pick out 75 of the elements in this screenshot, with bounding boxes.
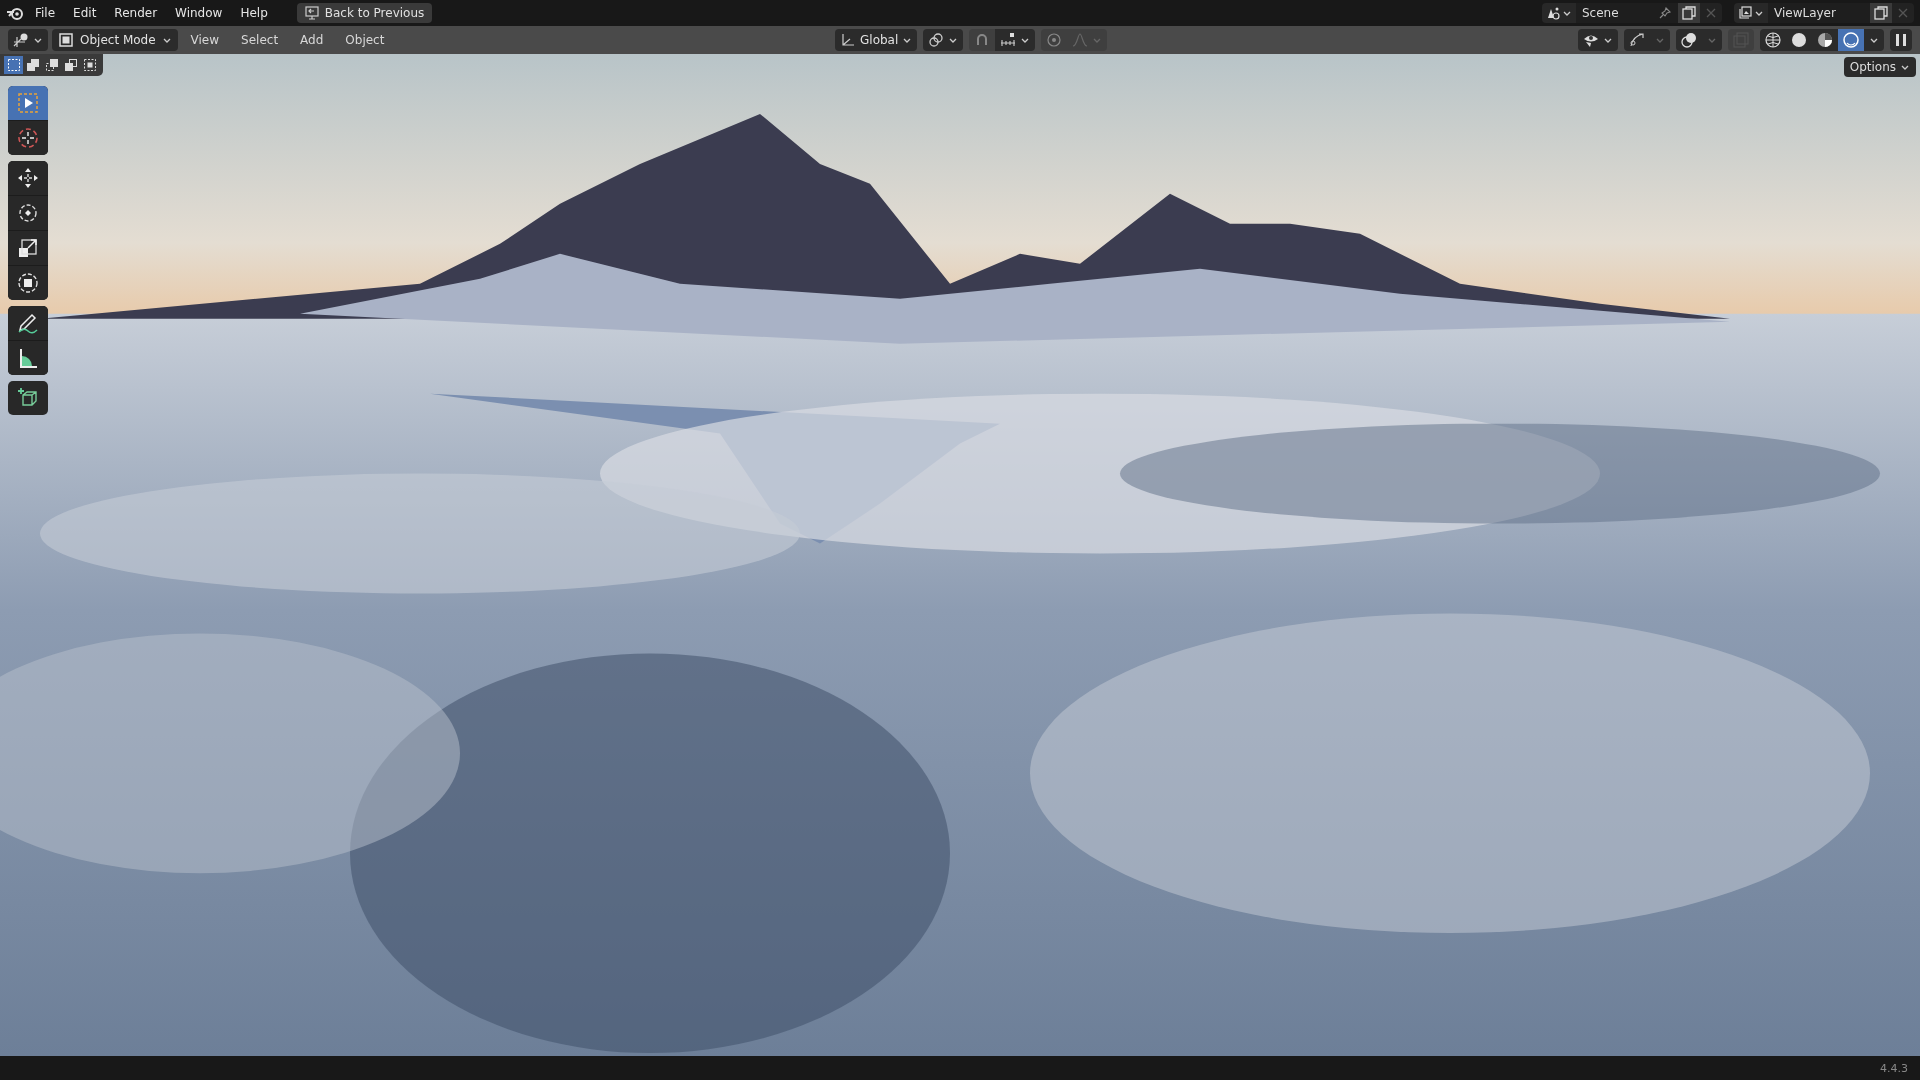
cube-icon — [58, 32, 74, 48]
pin-icon — [1658, 6, 1672, 20]
menu-item[interactable]: View — [181, 30, 229, 50]
copy-icon — [1682, 6, 1696, 20]
selection-mode-button[interactable] — [4, 56, 23, 74]
pause-icon — [1895, 33, 1907, 47]
shading-dropdown[interactable] — [1864, 29, 1884, 51]
editor-type-button[interactable] — [8, 29, 48, 51]
scene-icon — [1546, 6, 1560, 20]
transform-icon — [16, 271, 40, 295]
gizmo-button[interactable] — [1624, 29, 1650, 51]
axes-icon — [840, 32, 856, 48]
rendered-sphere-icon — [1843, 32, 1859, 48]
duplicate-button[interactable] — [1870, 3, 1892, 23]
menu-item[interactable]: Window — [168, 3, 230, 23]
tool-button[interactable] — [8, 161, 48, 195]
menu-item[interactable]: Object — [336, 30, 394, 50]
copy-icon — [1874, 6, 1888, 20]
target-icon — [1046, 32, 1063, 48]
shading-button[interactable] — [1760, 29, 1786, 51]
close-icon — [1705, 7, 1717, 19]
tool-button[interactable] — [8, 341, 48, 375]
monitor-icon — [304, 6, 319, 20]
data-block-button[interactable] — [1542, 3, 1576, 23]
curve-icon — [1072, 32, 1089, 48]
tool-button[interactable] — [8, 306, 48, 340]
menu-item[interactable]: Render — [107, 3, 165, 23]
select-box-icon — [16, 91, 40, 115]
shaded-sphere-icon — [1817, 32, 1833, 48]
close-icon — [1897, 7, 1909, 19]
snap-button[interactable] — [969, 29, 996, 51]
tool-button[interactable] — [8, 121, 48, 155]
intersect-icon — [82, 58, 97, 72]
scale-icon — [16, 236, 40, 260]
layers-icon — [1738, 6, 1752, 20]
viewport-icon — [13, 32, 29, 48]
menu-item[interactable]: Edit — [66, 3, 104, 23]
scene-field[interactable]: Scene — [1576, 3, 1678, 23]
back-button[interactable]: Back to Previous — [296, 3, 433, 23]
difference-icon — [63, 58, 78, 72]
proportional-edit-button[interactable] — [1041, 29, 1068, 51]
duplicate-button[interactable] — [1678, 3, 1700, 23]
pause-button[interactable] — [1890, 29, 1912, 51]
options-dropdown[interactable]: Options — [1843, 57, 1916, 77]
mode-dropdown[interactable]: Object Mode — [52, 29, 178, 51]
gizmo-icon — [1629, 32, 1645, 48]
tool-button[interactable] — [8, 231, 48, 265]
wireframe-icon — [1765, 32, 1781, 48]
link-icon — [928, 32, 945, 48]
tool-button[interactable] — [8, 381, 48, 415]
view-layer-field[interactable]: ViewLayer — [1768, 3, 1870, 23]
menu-item[interactable]: Add — [291, 30, 333, 50]
pencil-icon — [16, 311, 40, 335]
menu-item[interactable]: Help — [233, 3, 275, 23]
move-icon — [16, 166, 40, 190]
union-icon — [25, 58, 40, 72]
orientation-dropdown[interactable]: Global — [835, 29, 918, 51]
data-block-button[interactable] — [1734, 3, 1768, 23]
pivot-button[interactable] — [923, 29, 964, 51]
snap-target-button[interactable] — [995, 29, 1036, 51]
subtract-icon — [44, 58, 59, 72]
tool-button[interactable] — [8, 196, 48, 230]
version-label: 4.4.3 — [1880, 1061, 1908, 1075]
visibility-button[interactable] — [1578, 29, 1618, 51]
menu-item[interactable]: Select — [232, 30, 288, 50]
menu-item[interactable]: File — [28, 3, 63, 23]
tool-button[interactable] — [8, 266, 48, 300]
sphere-icon — [1791, 32, 1807, 48]
rotate-icon — [16, 201, 40, 225]
increment-icon — [1000, 32, 1017, 48]
overlays-button[interactable] — [1676, 29, 1702, 51]
shading-button[interactable] — [1812, 29, 1838, 51]
overlays-icon — [1681, 32, 1697, 48]
select-box-icon — [6, 58, 21, 72]
cursor-icon — [16, 126, 40, 150]
